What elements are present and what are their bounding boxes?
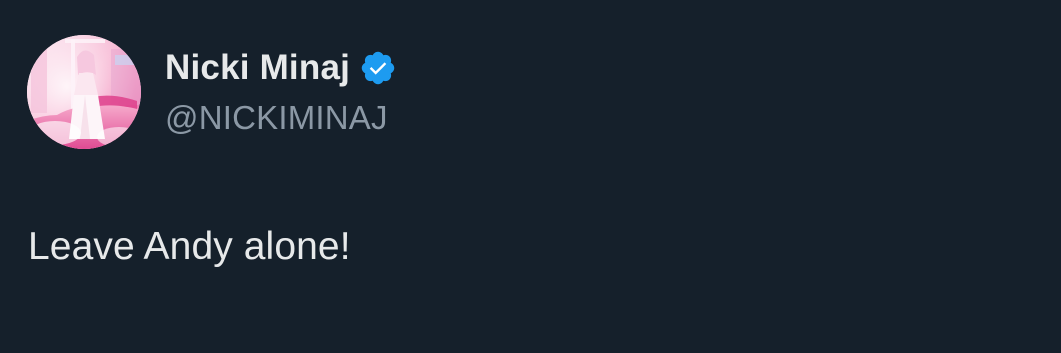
- author-name-row: Nicki Minaj: [165, 45, 397, 91]
- avatar[interactable]: [27, 35, 141, 149]
- tweet-card: Nicki Minaj @NICKIMINAJ Leave Andy alone…: [0, 0, 1061, 353]
- avatar-image: [27, 35, 141, 149]
- author-handle[interactable]: @NICKIMINAJ: [165, 96, 397, 140]
- author-block: Nicki Minaj @NICKIMINAJ: [165, 45, 397, 140]
- verified-badge-icon[interactable]: [359, 49, 397, 87]
- tweet-text: Leave Andy alone!: [28, 225, 351, 268]
- display-name[interactable]: Nicki Minaj: [165, 45, 350, 91]
